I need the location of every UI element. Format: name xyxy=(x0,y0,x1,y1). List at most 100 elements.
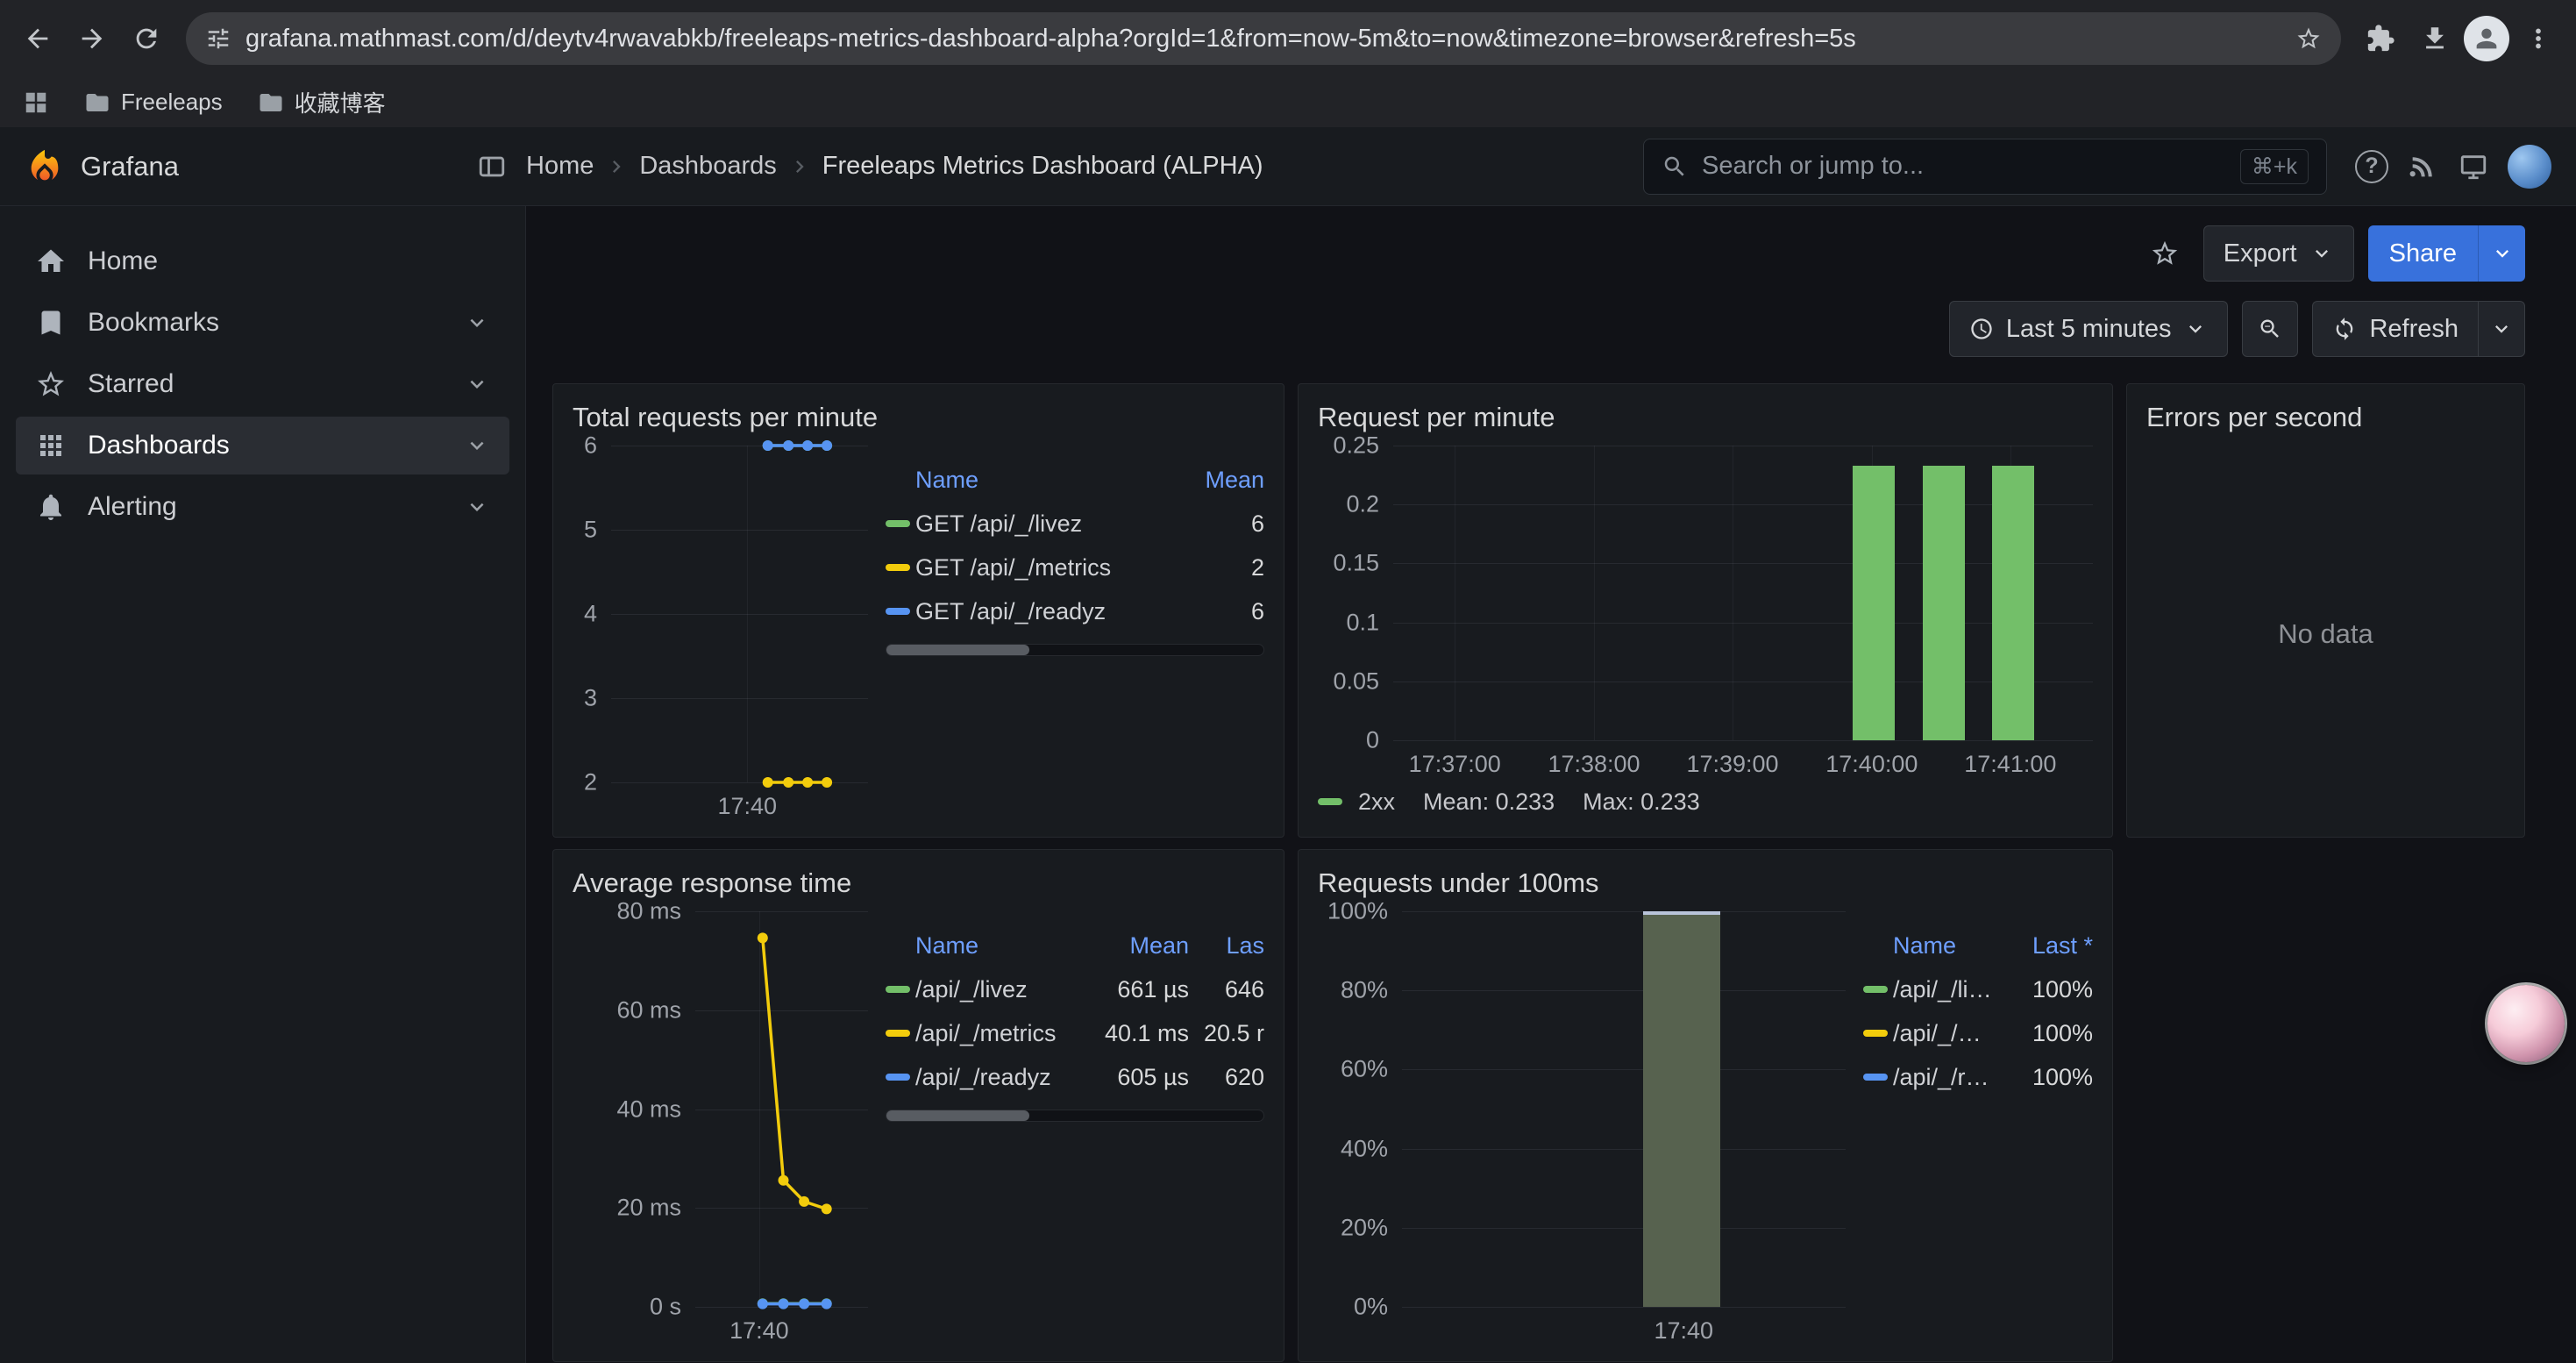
sidebar-item-dashboards[interactable]: Dashboards xyxy=(16,417,509,475)
extensions-button[interactable] xyxy=(2355,13,2406,64)
url-input[interactable] xyxy=(246,25,2281,54)
legend-column-header[interactable]: Mean xyxy=(1166,467,1264,494)
bookmark-icon xyxy=(35,307,67,339)
legend-row[interactable]: /api/_/metrics100% xyxy=(1863,1011,2093,1055)
grafana-logo[interactable] xyxy=(25,146,65,187)
reload-button[interactable] xyxy=(121,13,172,64)
back-button[interactable] xyxy=(12,13,63,64)
mega-menu-toggle-button[interactable] xyxy=(470,145,514,189)
sidebar-item-home[interactable]: Home xyxy=(16,232,509,290)
gridline xyxy=(1402,911,1846,912)
help-button[interactable]: ? xyxy=(2346,141,2397,192)
legend-row[interactable]: GET /api/_/livez6 xyxy=(886,502,1264,546)
panel-title[interactable]: Request per minute xyxy=(1318,398,2093,437)
panel-title[interactable]: Requests under 100ms xyxy=(1318,864,2093,903)
legend-series-name: /api/_/livez xyxy=(1893,976,1995,1003)
legend-column-header[interactable]: Name xyxy=(915,467,1166,494)
search-icon xyxy=(1662,153,1688,180)
bar xyxy=(1923,466,1965,740)
y-tick-label: 3 xyxy=(584,685,597,712)
legend-scrollbar[interactable] xyxy=(886,644,1264,656)
sidebar-item-bookmarks[interactable]: Bookmarks xyxy=(16,294,509,352)
legend-row[interactable]: /api/_/readyz100% xyxy=(1863,1055,2093,1099)
time-range-picker[interactable]: Last 5 minutes xyxy=(1949,301,2229,357)
refresh-button[interactable]: Refresh xyxy=(2312,301,2478,357)
gridline xyxy=(1402,990,1846,991)
panel-body: 100%80%60%40%20%0%17:40 NameLast */api/_… xyxy=(1318,911,2093,1347)
breadcrumb: Home Dashboards Freeleaps Metrics Dashbo… xyxy=(526,152,1263,181)
bookmark-folder-freeleaps[interactable]: Freeleaps xyxy=(84,89,223,116)
breadcrumb-home[interactable]: Home xyxy=(526,152,594,181)
chevron-down-icon[interactable] xyxy=(464,310,490,336)
refresh-caret-button[interactable] xyxy=(2478,301,2525,357)
share-button[interactable]: Share xyxy=(2368,225,2478,282)
search-input[interactable] xyxy=(1702,152,2226,181)
dock-sidebar-icon xyxy=(477,152,507,182)
x-axis: 17:40 xyxy=(611,782,868,823)
legend-column-header[interactable]: Mean xyxy=(1091,932,1189,960)
panel-title[interactable]: Errors per second xyxy=(2146,398,2505,437)
scrollbar-thumb[interactable] xyxy=(886,1110,1029,1121)
legend-row[interactable]: GET /api/_/metrics2 xyxy=(886,546,1264,589)
gridline xyxy=(1393,563,2093,564)
legend-column-header[interactable]: Last * xyxy=(1995,932,2093,960)
legend-series-name[interactable]: 2xx xyxy=(1358,789,1395,816)
legend-row[interactable]: /api/_/livez100% xyxy=(1863,967,2093,1011)
browser-profile-avatar[interactable] xyxy=(2464,16,2509,61)
scrollbar-thumb[interactable] xyxy=(886,645,1029,655)
sidebar-item-alerting[interactable]: Alerting xyxy=(16,478,509,536)
export-label: Export xyxy=(2224,239,2297,268)
legend-header[interactable]: NameMean xyxy=(886,458,1264,502)
legend-column-header[interactable]: Las xyxy=(1189,932,1264,960)
gridline xyxy=(1402,1228,1846,1229)
search-shortcut: ⌘+k xyxy=(2240,149,2309,184)
y-tick-label: 20% xyxy=(1341,1214,1388,1241)
legend-scrollbar[interactable] xyxy=(886,1110,1264,1122)
star-dashboard-button[interactable] xyxy=(2140,229,2189,278)
share-caret-button[interactable] xyxy=(2478,225,2525,282)
browser-menu-button[interactable] xyxy=(2513,13,2564,64)
news-button[interactable] xyxy=(2397,141,2448,192)
chevron-down-icon[interactable] xyxy=(464,371,490,397)
legend-series-name: GET /api/_/livez xyxy=(915,510,1166,538)
legend-column-header[interactable]: Name xyxy=(915,932,1091,960)
help-icon: ? xyxy=(2355,150,2388,183)
x-axis: 17:40 xyxy=(1402,1307,1846,1347)
search-box[interactable]: ⌘+k xyxy=(1643,139,2327,195)
legend-column-header[interactable]: Name xyxy=(1893,932,1995,960)
apps-grid-button[interactable] xyxy=(23,89,49,116)
y-tick-label: 0.1 xyxy=(1346,609,1379,636)
chevron-down-icon[interactable] xyxy=(464,432,490,459)
forward-button[interactable] xyxy=(67,13,117,64)
zoom-out-button[interactable] xyxy=(2242,301,2298,357)
legend-series-name: GET /api/_/metrics xyxy=(915,554,1166,582)
breadcrumb-dashboards[interactable]: Dashboards xyxy=(639,152,776,181)
legend-row[interactable]: GET /api/_/readyz6 xyxy=(886,589,1264,633)
bookmark-star-icon[interactable] xyxy=(2295,25,2322,52)
legend-row[interactable]: /api/_/metrics40.1 ms20.5 r xyxy=(886,1011,1264,1055)
export-button[interactable]: Export xyxy=(2203,225,2354,282)
legend-row[interactable]: /api/_/readyz605 µs620 xyxy=(886,1055,1264,1099)
bar xyxy=(1643,911,1720,1307)
brand-name[interactable]: Grafana xyxy=(81,151,179,182)
chart-average-response-time: 80 ms60 ms40 ms20 ms0 s17:40 xyxy=(573,911,868,1347)
legend-header[interactable]: NameMeanLas xyxy=(886,924,1264,967)
chevron-down-icon xyxy=(2309,241,2334,266)
y-tick-label: 60 ms xyxy=(616,996,681,1024)
downloads-button[interactable] xyxy=(2409,13,2460,64)
legend-requests-under-100ms: NameLast */api/_/livez100%/api/_/metrics… xyxy=(1863,911,2093,1347)
panel-title[interactable]: Average response time xyxy=(573,864,1264,903)
legend-row[interactable]: /api/_/livez661 µs646 xyxy=(886,967,1264,1011)
chevron-right-icon xyxy=(604,154,629,179)
user-avatar[interactable] xyxy=(2508,145,2551,189)
floating-avatar[interactable] xyxy=(2487,985,2565,1062)
dashboard-panels: Total requests per minute 6543217:40 Nam… xyxy=(552,383,2525,1362)
chart-request-per-minute: 0.250.20.150.10.05017:37:0017:38:0017:39… xyxy=(1318,446,2093,781)
bookmark-folder-blogs[interactable]: 收藏博客 xyxy=(258,86,386,118)
panel-title[interactable]: Total requests per minute xyxy=(573,398,1264,437)
legend-header[interactable]: NameLast * xyxy=(1863,924,2093,967)
url-bar[interactable] xyxy=(186,12,2341,65)
display-button[interactable] xyxy=(2448,141,2499,192)
sidebar-item-starred[interactable]: Starred xyxy=(16,355,509,413)
chevron-down-icon[interactable] xyxy=(464,494,490,520)
